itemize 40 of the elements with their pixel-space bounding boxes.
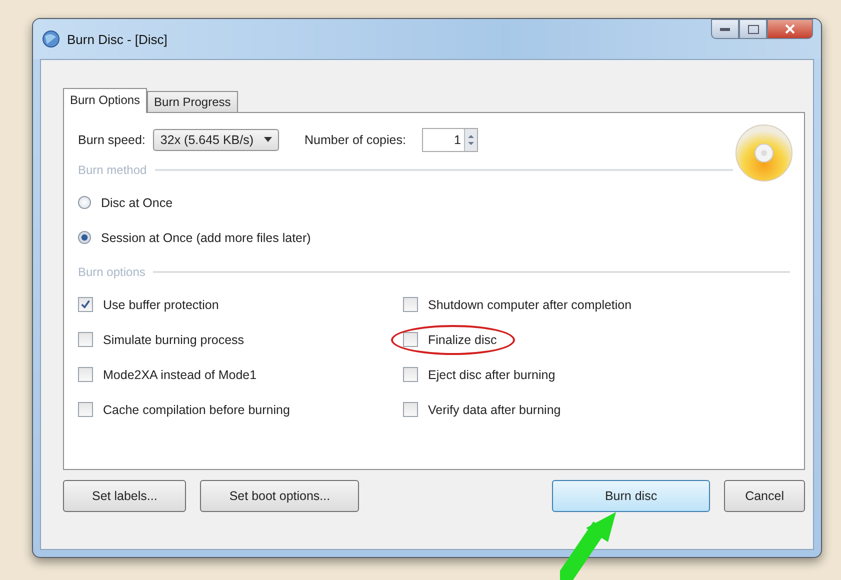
window-title: Burn Disc - [Disc] [67, 32, 168, 46]
burn-speed-dropdown[interactable]: 32x (5.645 KB/s) [153, 129, 279, 151]
checkbox-label: Cache compilation before burning [103, 402, 290, 416]
checkbox-label: Simulate burning process [103, 332, 244, 346]
section-heading: Burn options [78, 265, 146, 279]
checkbox[interactable] [78, 332, 93, 347]
maximize-button[interactable] [739, 19, 767, 39]
checkbox-label: Verify data after burning [428, 402, 561, 416]
dialog-button[interactable]: Set boot options... [200, 480, 360, 512]
radio-button[interactable] [78, 196, 91, 209]
checkbox[interactable] [78, 367, 93, 382]
checkbox-label: Mode2XA instead of Mode1 [103, 368, 257, 382]
minimize-button[interactable] [711, 19, 739, 39]
section-heading: Burn method [78, 163, 147, 177]
checkbox[interactable] [403, 332, 418, 347]
checkbox[interactable] [78, 297, 93, 312]
checkbox[interactable] [403, 402, 418, 417]
copies-spinner[interactable]: 1 [422, 128, 478, 152]
globe-icon [41, 29, 61, 49]
caret-icon [264, 137, 272, 143]
burn-speed-label: Burn speed: [78, 133, 146, 147]
close-icon [785, 24, 795, 34]
checkbox-label: Finalize disc [428, 332, 497, 346]
checkbox-label: Shutdown computer after completion [428, 298, 632, 312]
dialog-button[interactable]: Cancel [724, 480, 805, 512]
radio-label: Disc at Once [101, 196, 173, 210]
checkbox-label: Eject disc after burning [428, 368, 556, 382]
copies-label: Number of copies: [304, 133, 406, 147]
dialog-button[interactable]: Set labels... [63, 480, 186, 512]
checkbox-label: Use buffer protection [103, 298, 219, 312]
tab[interactable]: Burn Options [63, 88, 148, 113]
radio-button[interactable] [78, 231, 91, 244]
checkbox[interactable] [403, 367, 418, 382]
dialog-button[interactable]: Burn disc [552, 480, 710, 512]
checkbox[interactable] [403, 297, 418, 312]
disc-icon [734, 123, 794, 183]
tab[interactable]: Burn Progress [147, 91, 238, 112]
close-button[interactable] [767, 19, 813, 39]
checkbox[interactable] [78, 402, 93, 417]
radio-label: Session at Once (add more files later) [101, 230, 311, 244]
